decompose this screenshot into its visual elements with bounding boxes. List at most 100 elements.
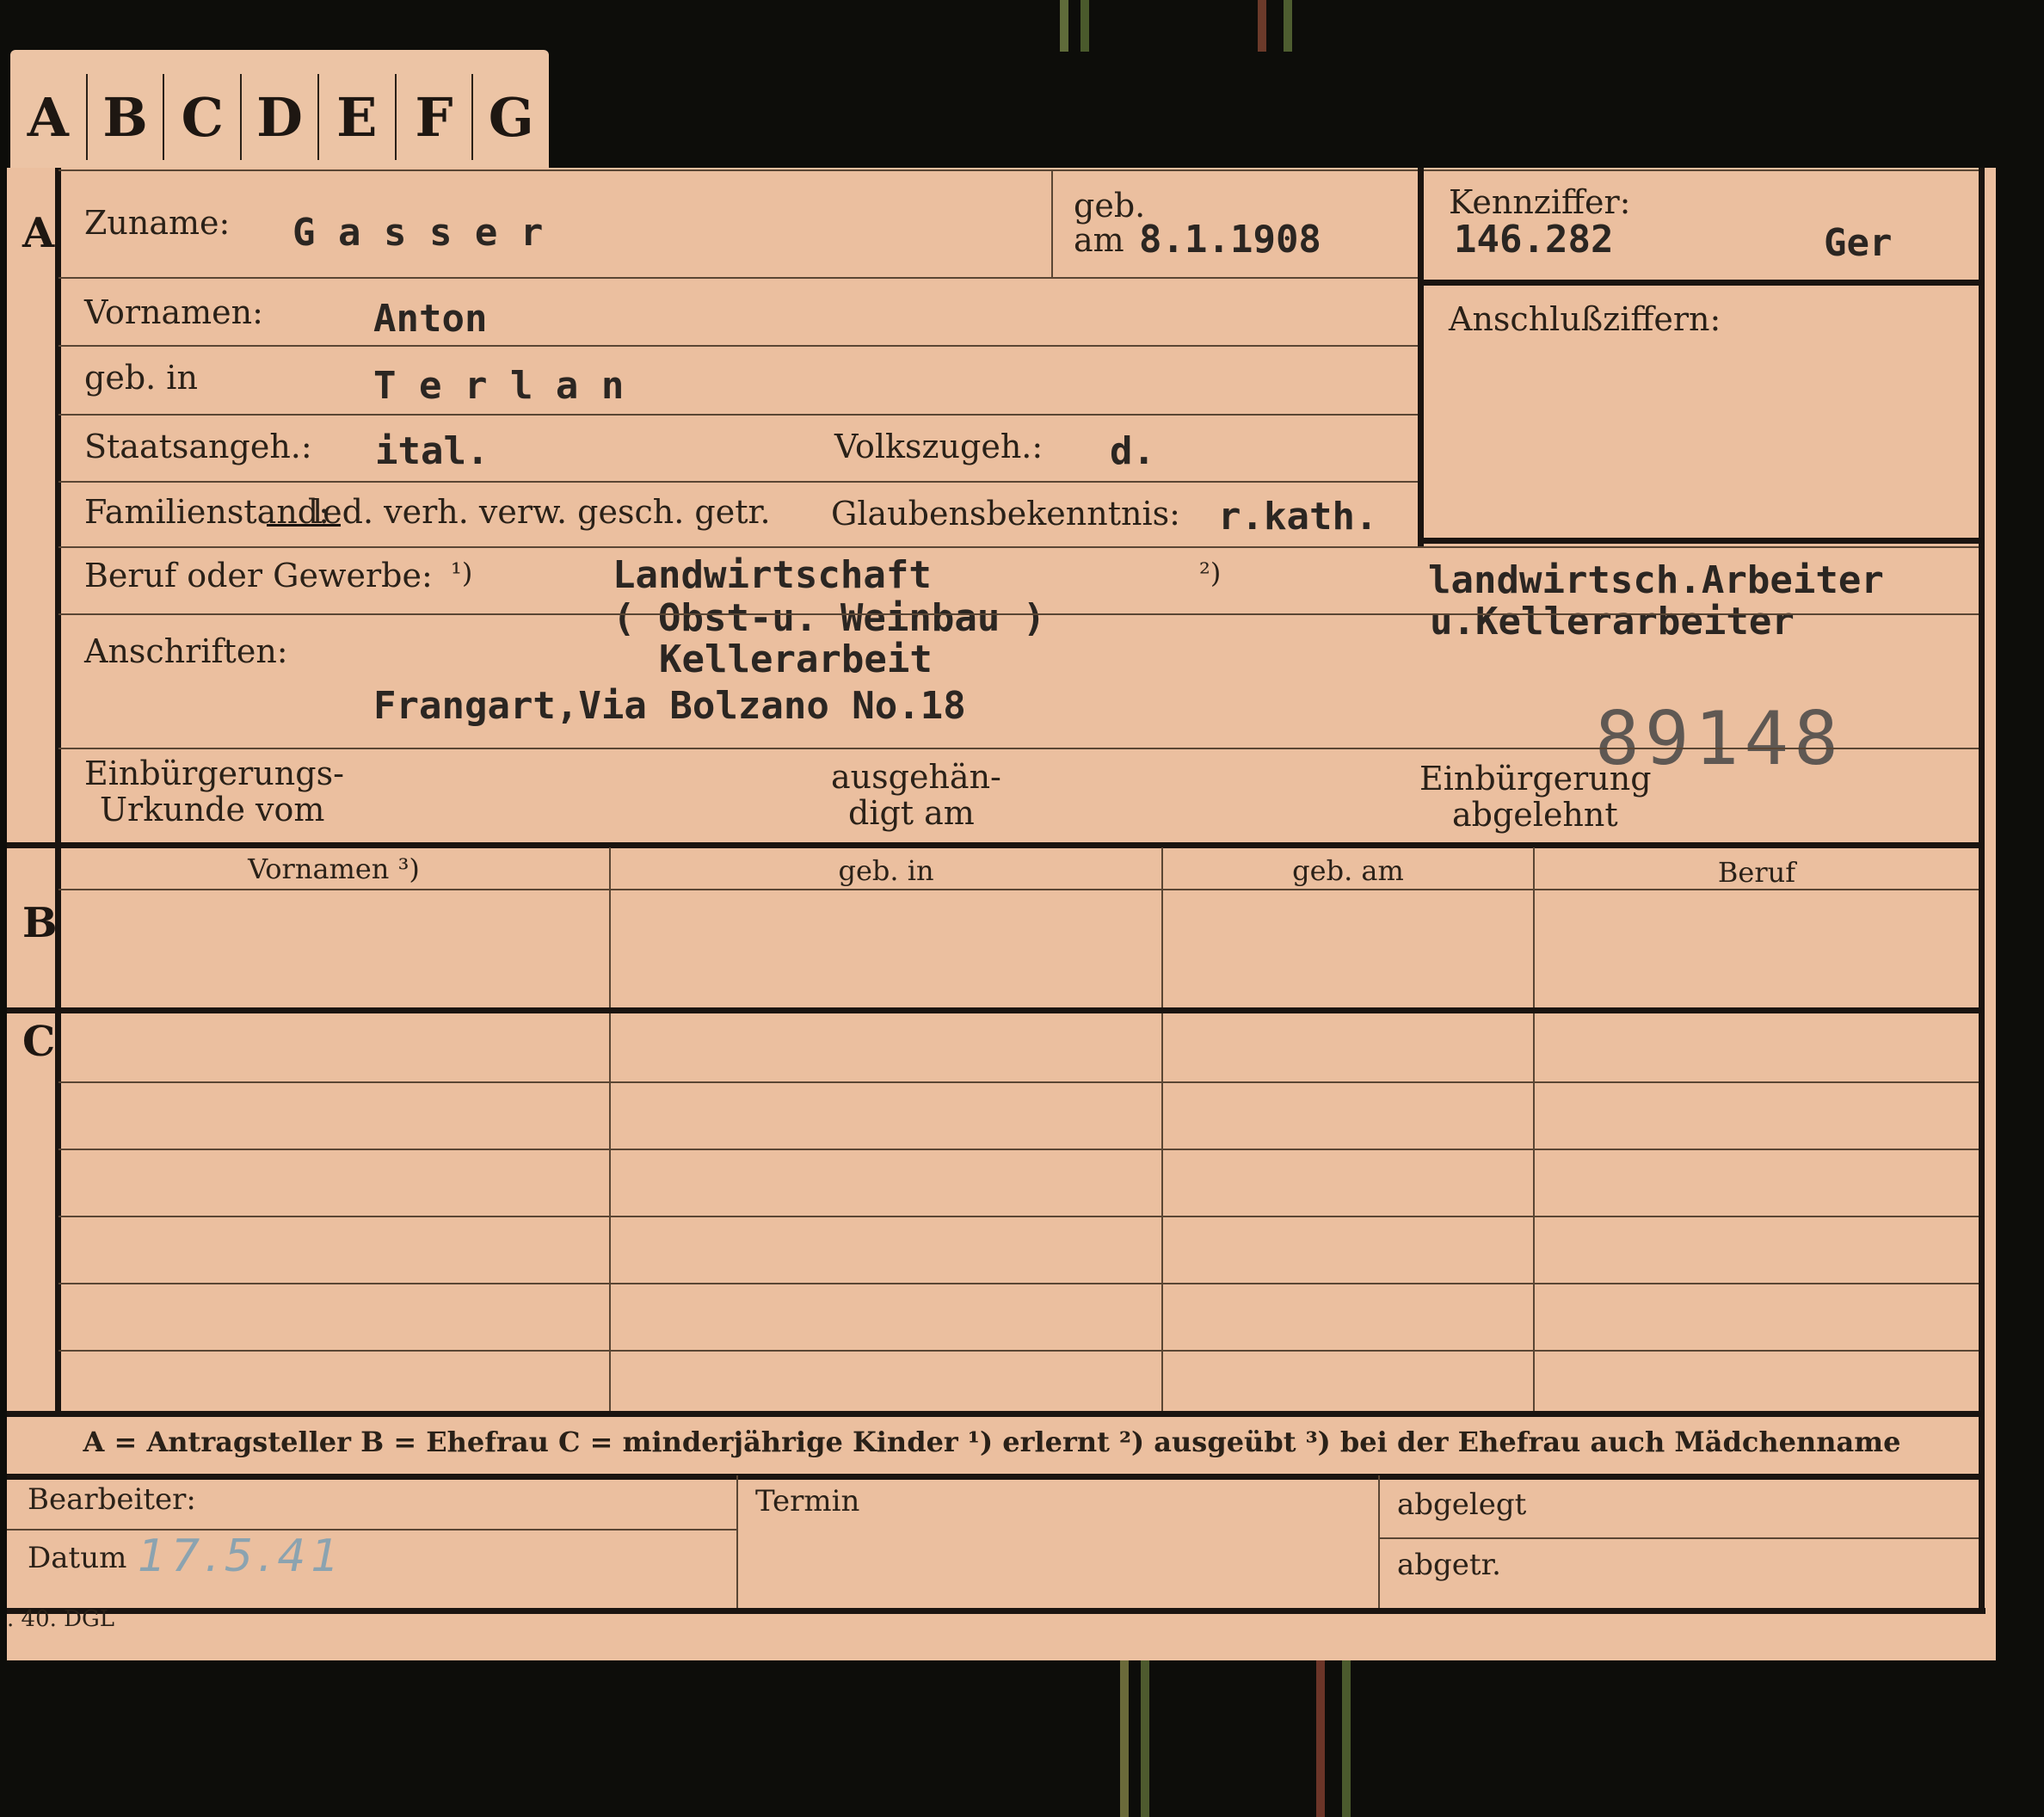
termin-label: Termin bbox=[755, 1484, 860, 1518]
ausgehaendigt-label: ausgehän- bbox=[831, 758, 1001, 796]
index-tab[interactable]: G bbox=[473, 74, 549, 160]
index-tab[interactable]: F bbox=[397, 74, 474, 160]
kennziffer-suffix: Ger bbox=[1824, 221, 1893, 265]
section-c-label: C bbox=[22, 1018, 56, 1066]
divider bbox=[1051, 169, 1053, 277]
einbuergerung-abgelehnt-label: Einbürgerung bbox=[1419, 760, 1652, 798]
beruf-erlernt-line2: ( Obst-u. Weinbau ) bbox=[613, 596, 1046, 640]
column-line bbox=[609, 847, 611, 1411]
geb-am-label: geb. bbox=[1074, 187, 1146, 225]
zuname-label: Zuname: bbox=[84, 204, 231, 242]
staatsangehoerigkeit-value: ital. bbox=[375, 429, 489, 473]
bearbeiter-label: Bearbeiter: bbox=[28, 1482, 196, 1517]
gebin-label: geb. in bbox=[84, 359, 198, 397]
beruf-label: Beruf oder Gewerbe: bbox=[84, 557, 433, 594]
glaubensbekenntnis-value: r.kath. bbox=[1218, 495, 1378, 539]
background-stripe bbox=[1316, 1660, 1325, 1817]
section-divider bbox=[7, 1411, 1982, 1417]
glaubensbekenntnis-label: Glaubensbekenntnis: bbox=[831, 495, 1180, 533]
row-line bbox=[58, 277, 1418, 279]
kennziffer-value: 146.282 bbox=[1454, 218, 1614, 262]
row-line bbox=[58, 1350, 1979, 1352]
background-stripe bbox=[1342, 1660, 1351, 1817]
registration-card: A B C Zuname: G a s s e r geb. am 8.1.19… bbox=[7, 168, 1996, 1660]
kennziffer-box-border bbox=[1418, 168, 1424, 546]
beruf-ausgeuebt-line2: u.Kellerarbeiter bbox=[1430, 600, 1795, 644]
frame-line bbox=[55, 168, 61, 1411]
column-line bbox=[1533, 847, 1535, 1411]
column-line bbox=[1378, 1475, 1380, 1608]
birth-date-value: 8.1.1908 bbox=[1139, 218, 1321, 262]
background-stripe bbox=[1120, 1660, 1129, 1817]
column-line bbox=[1161, 847, 1163, 1411]
background-stripe bbox=[1060, 0, 1068, 52]
familienstand-underline bbox=[267, 524, 341, 527]
familienstand-options: led. verh. verw. gesch. getr. bbox=[312, 493, 771, 531]
background-stripe bbox=[1141, 1660, 1149, 1817]
column-line bbox=[736, 1475, 738, 1608]
frame-line bbox=[58, 169, 1979, 171]
anschrift-value: Frangart,Via Bolzano No.18 bbox=[373, 684, 966, 728]
birthplace-value: T e r l a n bbox=[373, 364, 625, 408]
index-tab[interactable]: D bbox=[242, 74, 319, 160]
anschlussziffern-label: Anschlußziffern: bbox=[1449, 300, 1721, 338]
row-line bbox=[58, 414, 1418, 416]
row-line bbox=[58, 345, 1418, 347]
zuname-value: G a s s e r bbox=[292, 211, 544, 255]
beruf-erlernt-line1: Landwirtschaft bbox=[613, 553, 932, 597]
background-stripe bbox=[1258, 0, 1266, 52]
row-line bbox=[1380, 1537, 1979, 1539]
anschriften-label: Anschriften: bbox=[84, 632, 288, 670]
background-stripe bbox=[1284, 0, 1292, 52]
row-line bbox=[58, 1149, 1979, 1150]
background-stripe bbox=[1080, 0, 1089, 52]
staatsangehoerigkeit-label: Staatsangeh.: bbox=[84, 428, 312, 465]
datum-label: Datum bbox=[28, 1541, 127, 1575]
row-line bbox=[58, 546, 1979, 548]
index-tab[interactable]: A bbox=[10, 74, 88, 160]
beruf-footnote-2: ²) bbox=[1199, 557, 1222, 589]
row-line bbox=[58, 748, 1979, 749]
section-b-label: B bbox=[22, 899, 58, 947]
frame-line bbox=[1979, 168, 1985, 1613]
kennziffer-label: Kennziffer: bbox=[1449, 183, 1631, 221]
row-line bbox=[58, 1283, 1979, 1284]
section-divider bbox=[7, 1474, 1982, 1480]
table-header-geb-in: geb. in bbox=[838, 854, 934, 887]
vornamen-label: Vornamen: bbox=[84, 293, 263, 331]
row-line bbox=[7, 1529, 736, 1531]
beruf-footnote-1: ¹) bbox=[451, 557, 473, 589]
row-line bbox=[58, 889, 1979, 890]
section-divider bbox=[7, 842, 1982, 848]
index-tab[interactable]: C bbox=[164, 74, 243, 160]
section-a-label: A bbox=[22, 209, 55, 257]
datum-handwritten-value: 17.5.41 bbox=[138, 1531, 345, 1582]
kennziffer-box-border bbox=[1421, 280, 1982, 286]
abgetr-label: abgetr. bbox=[1397, 1548, 1501, 1582]
einbuergerung-abgelehnt-label: abgelehnt bbox=[1452, 796, 1618, 834]
abgelegt-label: abgelegt bbox=[1397, 1487, 1527, 1522]
row-line bbox=[58, 613, 1979, 615]
row-line bbox=[58, 1216, 1979, 1217]
row-line bbox=[58, 1081, 1979, 1083]
beruf-ausgeuebt-line1: landwirtsch.Arbeiter bbox=[1428, 558, 1884, 602]
row-line bbox=[58, 481, 1418, 483]
volkszugehoerigkeit-label: Volkszugeh.: bbox=[834, 428, 1044, 465]
table-header-beruf: Beruf bbox=[1717, 856, 1796, 889]
index-tab[interactable]: E bbox=[319, 74, 397, 160]
index-tab-strip: A B C D E F G bbox=[10, 50, 549, 169]
index-tab[interactable]: B bbox=[88, 74, 165, 160]
section-divider bbox=[7, 1007, 1982, 1013]
beruf-erlernt-line3: Kellerarbeit bbox=[659, 637, 933, 681]
kennziffer-box-border bbox=[1421, 538, 1982, 544]
einbuergerung-urkunde-label: Urkunde vom bbox=[100, 791, 325, 828]
section-divider bbox=[7, 1608, 1986, 1614]
ausgehaendigt-label: digt am bbox=[848, 794, 975, 832]
print-code: . 40. DGL bbox=[7, 1606, 115, 1632]
volkszugehoerigkeit-value: d. bbox=[1110, 429, 1155, 473]
legend: A = Antragsteller B = Ehefrau C = minder… bbox=[83, 1426, 1901, 1458]
einbuergerung-urkunde-label: Einbürgerungs- bbox=[84, 755, 344, 792]
table-header-geb-am: geb. am bbox=[1292, 854, 1404, 887]
geb-am-label: am bbox=[1074, 221, 1124, 259]
vornamen-value: Anton bbox=[373, 297, 488, 341]
